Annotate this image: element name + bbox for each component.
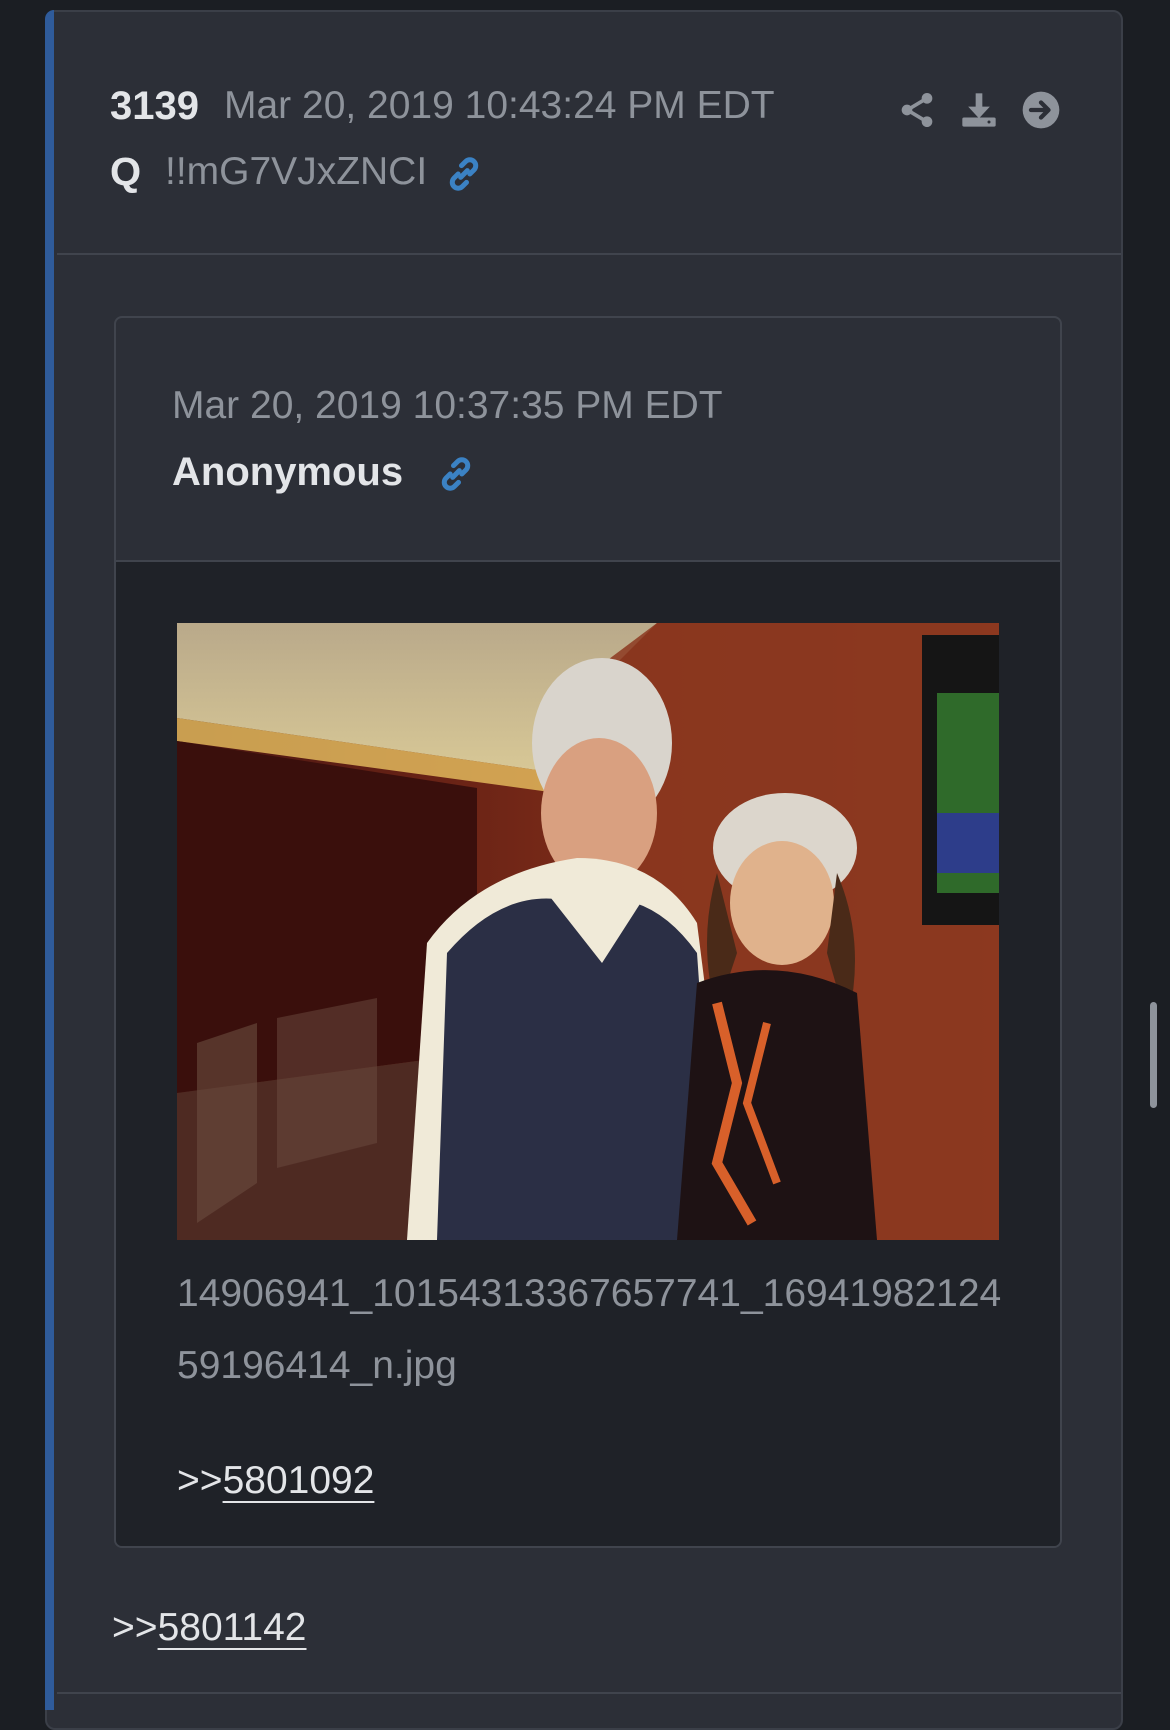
post-reply-line: >>5801142 [112, 1606, 307, 1650]
reply-prefix: >> [112, 1606, 158, 1649]
post-accent-bar [45, 10, 54, 1710]
reply-prefix: >> [177, 1459, 223, 1502]
quoted-post-header: Mar 20, 2019 10:37:35 PM EDT Anonymous [116, 318, 1060, 562]
divider [57, 1692, 1121, 1694]
quoted-post: Mar 20, 2019 10:37:35 PM EDT Anonymous 1… [114, 316, 1062, 1548]
reply-link[interactable]: 5801092 [223, 1459, 375, 1502]
post-actions [897, 90, 1061, 130]
link-icon[interactable] [436, 454, 476, 494]
link-icon[interactable] [444, 154, 484, 194]
quoted-reply-line: >>5801092 [177, 1459, 374, 1503]
share-icon[interactable] [897, 90, 937, 130]
post-author: Q [110, 150, 142, 194]
quoted-post-date: Mar 20, 2019 10:37:35 PM EDT [172, 384, 723, 427]
scrollbar-thumb[interactable] [1150, 1002, 1157, 1108]
quoted-post-body: 14906941_10154313367657741_1694198212459… [116, 562, 1060, 1546]
post-date: Mar 20, 2019 10:43:24 PM EDT [224, 84, 775, 127]
image-filename[interactable]: 14906941_10154313367657741_1694198212459… [177, 1258, 1017, 1402]
quoted-post-author: Anonymous [172, 450, 404, 494]
post-tripcode: !!mG7VJxZNCI [165, 150, 428, 193]
download-icon[interactable] [959, 90, 999, 130]
reply-link[interactable]: 5801142 [158, 1606, 307, 1649]
arrow-right-circle-icon[interactable] [1021, 90, 1061, 130]
post-image[interactable] [177, 623, 999, 1240]
post-number: 3139 [110, 84, 199, 128]
post-header: 3139 Mar 20, 2019 10:43:24 PM EDT Q !!mG… [57, 12, 1121, 255]
